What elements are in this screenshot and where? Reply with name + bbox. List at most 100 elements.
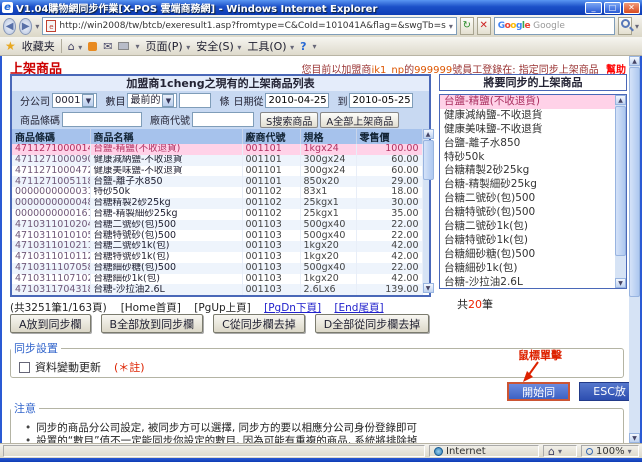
vendor-input[interactable]: [192, 112, 254, 127]
end-page-link[interactable]: [End尾頁]: [334, 302, 383, 314]
product-table-wrap: 商品條碼 商品名稱 廠商代號 規格 零售價 4711271000014台鹽-精鹽…: [12, 129, 429, 295]
table-cell: 001103: [242, 252, 300, 263]
scrollbar-thumb[interactable]: [629, 67, 640, 297]
url-field[interactable]: e http://win2008/tw/btcb/exeresult1.asp?…: [42, 17, 456, 35]
date-to-label: 到: [337, 93, 347, 108]
print-icon[interactable]: [118, 42, 129, 50]
table-cell: 001101: [242, 176, 300, 187]
favorites-star-icon[interactable]: ★: [5, 39, 16, 53]
favorites-menu[interactable]: 收藏夹: [22, 38, 55, 54]
refresh-button[interactable]: ↻: [460, 17, 474, 35]
table-row[interactable]: 4710311010105台糖特號砂(包)500001103500gx4022.…: [12, 230, 422, 241]
back-button[interactable]: ◀: [3, 18, 16, 35]
count-select[interactable]: 最前的▼: [127, 93, 177, 108]
help-dropdown-icon[interactable]: ▾: [312, 42, 316, 51]
chevron-down-icon[interactable]: ▾: [628, 447, 632, 456]
col-barcode: 商品條碼: [12, 129, 90, 144]
tools-menu[interactable]: 工具(O) ▾: [247, 38, 294, 54]
command-toolbar: ★ 收藏夹 ⌂ ▾ ✉ ▾ 页面(P) ▾ 安全(S) ▾ 工具(O) ▾ ? ▾: [0, 37, 642, 56]
search-options-dropdown-icon[interactable]: ▾: [635, 22, 639, 31]
table-row[interactable]: 4711271000014台鹽-精鹽(不收退貨)0011011kgx24100.…: [12, 144, 422, 155]
table-row[interactable]: 4711271000472健康美味鹽-不收退貨001101300gx2460.0…: [12, 166, 422, 177]
table-cell: 42.00: [356, 241, 422, 252]
action-button-row: A放到同步欄 B全部放到同步欄 C從同步欄去掉 D全部從同步欄去掉: [10, 314, 429, 333]
sync-list-item[interactable]: 台糖-沙拉油2.6L: [440, 276, 615, 288]
sync-action-button[interactable]: D全部從同步欄去掉: [315, 314, 429, 333]
scroll-down-icon[interactable]: ▼: [629, 433, 640, 443]
search-box[interactable]: Google Google: [494, 17, 615, 35]
help-icon[interactable]: ?: [300, 40, 306, 53]
sync-list-item[interactable]: 台糖特號砂(包)500: [440, 206, 615, 220]
scrollbar-thumb[interactable]: [615, 106, 626, 256]
close-button[interactable]: ✕: [623, 2, 640, 14]
scroll-up-icon[interactable]: ▲: [423, 129, 434, 139]
data-update-checkbox[interactable]: [19, 362, 30, 373]
table-cell: 台糖-精製細砂25kg: [90, 209, 242, 220]
search-products-button[interactable]: S搜索商品: [260, 112, 318, 128]
product-table-body: 4711271000014台鹽-精鹽(不收退貨)0011011kgx24100.…: [12, 144, 422, 295]
table-row[interactable]: 4710311010211台糖二號砂1k(包)0011031kgx2042.00: [12, 241, 422, 252]
pgdn-link[interactable]: [PgDn下頁]: [264, 302, 321, 314]
scroll-up-icon[interactable]: ▲: [629, 56, 640, 66]
minimize-button[interactable]: _: [585, 2, 602, 14]
table-row[interactable]: 0000000000161台糖-精製細砂25kg00110225kgx135.0…: [12, 209, 422, 220]
table-row[interactable]: 4710311010204台糖二號砂(包)500001103500gx4022.…: [12, 220, 422, 231]
safety-menu[interactable]: 安全(S) ▾: [196, 38, 241, 54]
all-products-button[interactable]: A全部上架商品: [320, 112, 399, 128]
history-dropdown-icon[interactable]: ▾: [35, 22, 39, 31]
sync-list-item[interactable]: 台鹽-離子水850: [440, 137, 615, 151]
maximize-button[interactable]: □: [604, 2, 621, 14]
sync-list-item[interactable]: 台糖二號砂(包)500: [440, 192, 615, 206]
protected-mode-pane[interactable]: ⌂ ▾: [543, 445, 577, 457]
page-scrollbar[interactable]: ▲ ▼: [629, 56, 640, 443]
search-go-button[interactable]: [618, 17, 632, 35]
scroll-down-icon[interactable]: ▼: [615, 278, 626, 288]
sync-list-item[interactable]: 健康減納鹽-不收退貨: [440, 109, 615, 123]
scroll-down-icon[interactable]: ▼: [423, 283, 434, 293]
sync-list-item[interactable]: 台鹽-精鹽(不收退貨): [440, 95, 615, 109]
sync-list-item[interactable]: 台糖二號砂1k(包): [440, 220, 615, 234]
start-sync-button[interactable]: 開始同步: [507, 382, 570, 401]
date-to-input[interactable]: [349, 93, 413, 108]
page-menu[interactable]: 页面(P) ▾: [146, 38, 191, 54]
scroll-up-icon[interactable]: ▲: [615, 95, 626, 105]
sync-action-button[interactable]: B全部放到同步欄: [101, 314, 204, 333]
url-dropdown-icon[interactable]: ▾: [449, 22, 453, 31]
print-dropdown-icon[interactable]: ▾: [135, 42, 139, 51]
date-from-input[interactable]: [265, 93, 329, 108]
mail-icon[interactable]: ✉: [103, 40, 112, 53]
search-input[interactable]: Google: [533, 21, 565, 31]
table-row[interactable]: 4710311704318台糖-沙拉油2.6L0011032.6Lx6139.0…: [12, 284, 422, 295]
sync-list-item[interactable]: 台糖精製2砂25kg: [440, 164, 615, 178]
table-row[interactable]: 4710311010112台糖特號砂1k(包)0011031kgx2042.00: [12, 252, 422, 263]
table-row[interactable]: 4711271005118台鹽-離子水850001101850x2029.00: [12, 176, 422, 187]
chevron-down-icon[interactable]: ▾: [558, 447, 562, 456]
sync-action-button[interactable]: A放到同步欄: [10, 314, 91, 333]
sync-list-item[interactable]: 台糖特號砂1k(包): [440, 234, 615, 248]
table-scrollbar[interactable]: ▲ ▼: [423, 129, 430, 293]
sync-list-item[interactable]: 台糖細砂糖(包)500: [440, 248, 615, 262]
forward-button[interactable]: ▶: [19, 18, 32, 35]
sync-list-item[interactable]: 台糖-精製細砂25kg: [440, 178, 615, 192]
count-input[interactable]: [179, 93, 211, 108]
table-row[interactable]: 4710311107102台糖細砂1k(包)0011031kgx2042.00: [12, 274, 422, 285]
rss-feed-icon[interactable]: [88, 42, 97, 51]
scrollbar-thumb[interactable]: [423, 140, 434, 180]
sync-list-item[interactable]: 台糖細砂1k(包): [440, 262, 615, 276]
zoom-pane[interactable]: 100% ▾: [581, 445, 639, 457]
table-row[interactable]: 0000000000031特砂50k00110283x118.00: [12, 187, 422, 198]
table-row[interactable]: 4711271000090健康減納鹽-不收退貨001101300gx2460.0…: [12, 155, 422, 166]
sync-list-item[interactable]: 特砂50k: [440, 151, 615, 165]
url-text[interactable]: http://win2008/tw/btcb/exeresult1.asp?fr…: [59, 21, 445, 31]
sync-list-item[interactable]: 健康美味鹽-不收退貨: [440, 123, 615, 137]
branch-select[interactable]: 0001▼: [52, 93, 97, 108]
sync-list-scrollbar[interactable]: ▲ ▼: [615, 95, 626, 288]
stop-button[interactable]: ✕: [477, 17, 491, 35]
table-cell: 001101: [242, 155, 300, 166]
barcode-input[interactable]: [62, 112, 142, 127]
sync-action-button[interactable]: C從同步欄去掉: [213, 314, 305, 333]
table-row[interactable]: 0000000000048台糖精製2砂25kg00110225kgx130.00: [12, 198, 422, 209]
table-row[interactable]: 4710311107058台糖細砂糖(包)500001103500gx4022.…: [12, 263, 422, 274]
home-icon[interactable]: ⌂ ▾: [68, 40, 83, 53]
vendor-label: 廠商代號: [150, 112, 190, 127]
